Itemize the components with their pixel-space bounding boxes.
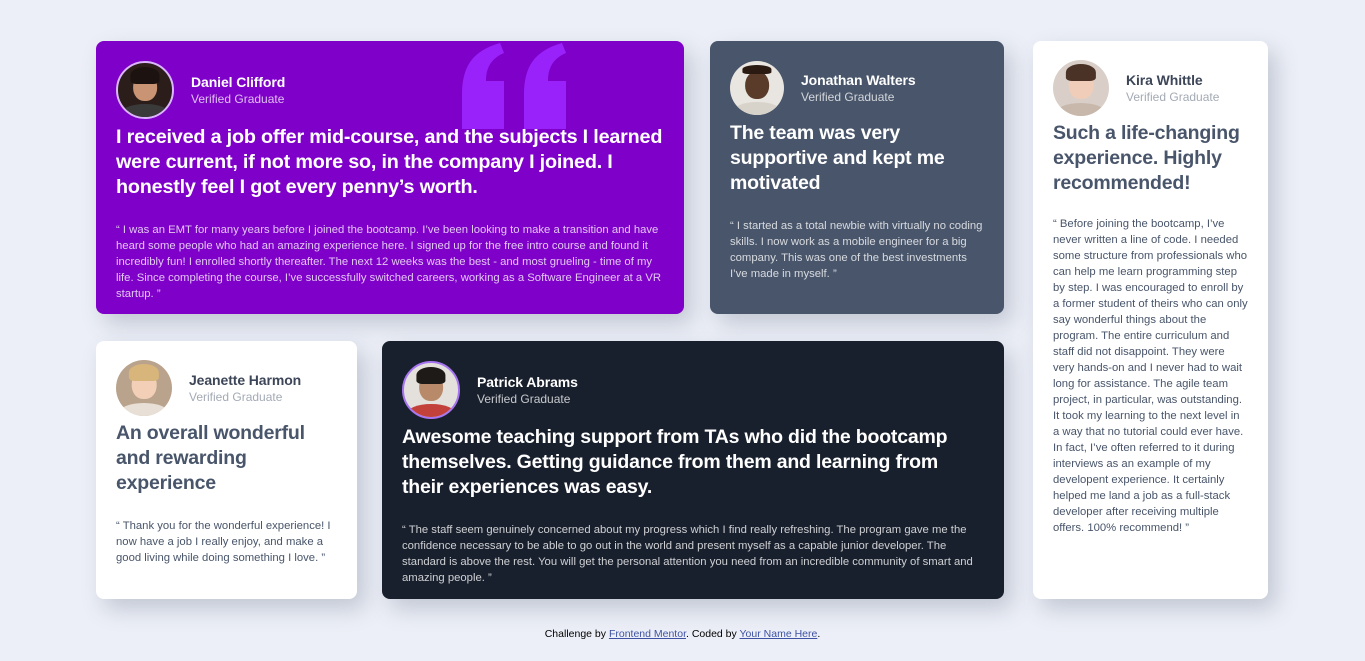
frontend-mentor-link[interactable]: Frontend Mentor <box>609 628 686 640</box>
attribution-suffix: . <box>817 628 821 640</box>
testimonial-headline: The team was very supportive and kept me… <box>730 122 945 194</box>
testimonial-card-patrick: Patrick Abrams Verified Graduate Awesome… <box>382 341 1004 599</box>
testimonial-card-daniel: Daniel Clifford Verified Graduate I rece… <box>96 41 684 314</box>
attribution-prefix: Challenge by <box>544 628 607 640</box>
avatar <box>402 361 460 419</box>
author-info: Patrick Abrams Verified Graduate <box>477 373 578 407</box>
author-name: Daniel Clifford <box>191 74 286 90</box>
author-info: Daniel Clifford Verified Graduate <box>191 73 285 107</box>
card-header: Patrick Abrams Verified Graduate <box>402 361 984 419</box>
avatar <box>116 61 174 119</box>
testimonial-headline: I received a job offer mid-course, and t… <box>116 126 663 198</box>
author-role: Verified Graduate <box>1126 90 1220 104</box>
testimonial-card-jonathan: Jonathan Walters Verified Graduate The t… <box>710 41 1004 314</box>
attribution-footer: Challenge by Frontend Mentor. Coded by Y… <box>0 628 1365 640</box>
avatar <box>1053 60 1109 116</box>
testimonial-card-jeanette: Jeanette Harmon Verified Graduate An ove… <box>96 341 357 599</box>
testimonial-headline: An overall wonderful and rewarding exper… <box>116 422 305 494</box>
testimonial-body: “ The staff seem genuinely concerned abo… <box>402 524 973 584</box>
author-role: Verified Graduate <box>477 392 571 406</box>
attribution-middle: . Coded by <box>685 628 737 640</box>
author-info: Jeanette Harmon Verified Graduate <box>189 371 301 405</box>
testimonial-body: “ Thank you for the wonderful experience… <box>116 520 331 564</box>
card-header: Jonathan Walters Verified Graduate <box>730 61 984 115</box>
author-name: Kira Whittle <box>1126 72 1203 88</box>
testimonial-headline: Such a life-changing experience. Highly … <box>1053 122 1240 194</box>
testimonial-card-kira: Kira Whittle Verified Graduate Such a li… <box>1033 41 1268 599</box>
author-info: Jonathan Walters Verified Graduate <box>801 71 916 105</box>
card-header: Kira Whittle Verified Graduate <box>1053 60 1248 116</box>
testimonial-body: “ I was an EMT for many years before I j… <box>116 224 662 300</box>
testimonial-headline: Awesome teaching support from TAs who di… <box>402 426 948 498</box>
testimonial-body: “ I started as a total newbie with virtu… <box>730 220 983 280</box>
card-header: Jeanette Harmon Verified Graduate <box>116 360 337 416</box>
author-name: Jonathan Walters <box>801 72 916 88</box>
quotation-icon <box>462 43 566 129</box>
author-name: Patrick Abrams <box>477 374 578 390</box>
avatar <box>116 360 172 416</box>
avatar <box>730 61 784 115</box>
author-role: Verified Graduate <box>801 90 895 104</box>
author-info: Kira Whittle Verified Graduate <box>1126 71 1219 105</box>
author-link[interactable]: Your Name Here <box>740 628 818 640</box>
card-header: Daniel Clifford Verified Graduate <box>116 61 664 119</box>
testimonial-body: “ Before joining the bootcamp, I’ve neve… <box>1053 218 1248 534</box>
author-name: Jeanette Harmon <box>189 372 302 388</box>
author-role: Verified Graduate <box>191 92 285 106</box>
author-role: Verified Graduate <box>189 390 283 404</box>
